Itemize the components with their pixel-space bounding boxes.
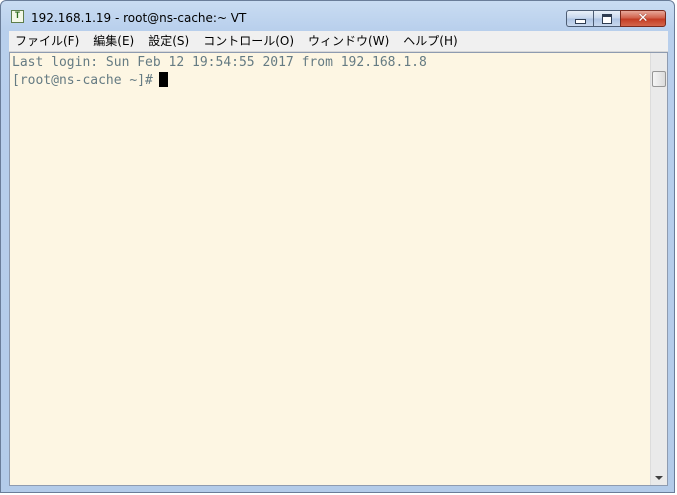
minimize-button[interactable] <box>566 10 593 27</box>
minimize-icon <box>574 19 586 24</box>
scrollbar-thumb[interactable] <box>652 71 666 87</box>
menu-help[interactable]: ヘルプ(H) <box>396 31 464 51</box>
terminal-app-icon[interactable]: T <box>11 10 24 23</box>
terminal-prompt-line: [root@ns-cache ~]# <box>12 72 168 89</box>
window-controls: ✕ <box>566 10 666 28</box>
terminal-line: Last login: Sun Feb 12 19:54:55 2017 fro… <box>12 55 427 70</box>
close-button[interactable]: ✕ <box>620 10 666 27</box>
scroll-down-arrow-icon[interactable] <box>655 476 663 480</box>
terminal-screen[interactable]: Last login: Sun Feb 12 19:54:55 2017 fro… <box>10 53 651 485</box>
menu-edit[interactable]: 編集(E) <box>86 31 141 51</box>
maximize-icon <box>602 13 612 24</box>
close-icon: ✕ <box>637 11 649 26</box>
text-cursor <box>158 72 168 87</box>
menu-control[interactable]: コントロール(O) <box>196 31 301 51</box>
menu-setup[interactable]: 設定(S) <box>141 31 196 51</box>
menu-file[interactable]: ファイル(F) <box>9 31 86 51</box>
menu-bar: ファイル(F) 編集(E) 設定(S) コントロール(O) ウィンドウ(W) ヘ… <box>9 31 668 52</box>
title-bar[interactable]: T 192.168.1.19 - root@ns-cache:~ VT ✕ <box>1 1 674 31</box>
vertical-scrollbar[interactable] <box>650 53 667 485</box>
window-title: 192.168.1.19 - root@ns-cache:~ VT <box>31 11 247 25</box>
terminal-prompt: [root@ns-cache ~]# <box>12 73 153 88</box>
menu-window[interactable]: ウィンドウ(W) <box>301 31 396 51</box>
maximize-button[interactable] <box>593 10 620 27</box>
terminal-window: T 192.168.1.19 - root@ns-cache:~ VT ✕ ファ… <box>0 0 675 493</box>
client-area: Last login: Sun Feb 12 19:54:55 2017 fro… <box>9 52 668 486</box>
